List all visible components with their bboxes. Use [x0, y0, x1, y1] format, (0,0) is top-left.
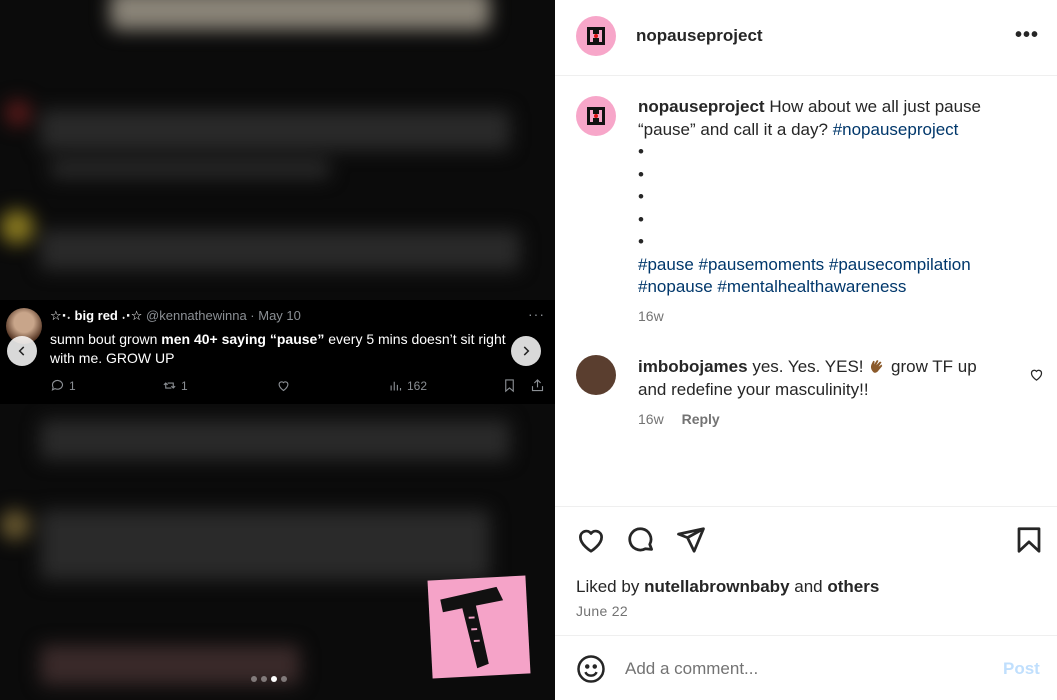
- post-caption: nopauseproject How about we all just pau…: [638, 96, 1018, 299]
- tweet-bookmark-icon: [505, 379, 514, 393]
- tweet-like: [276, 378, 291, 393]
- comment-input[interactable]: [625, 657, 985, 681]
- comment-meta: 16w Reply: [638, 411, 720, 427]
- commenter-avatar[interactable]: [576, 355, 616, 395]
- tweet-heart-icon: [278, 381, 289, 392]
- caption-hashtags[interactable]: #pause #pausemoments #pausecompilation #…: [638, 254, 1018, 299]
- heart-icon: [579, 529, 603, 553]
- chevron-right-icon: [523, 346, 530, 356]
- author-avatar[interactable]: [576, 16, 616, 56]
- tweet-more-icon: ···: [528, 306, 545, 322]
- like-button[interactable]: [576, 525, 606, 555]
- tweet-header: ☆⋅˖ big red ˖⋅☆ @kennathewinna · May 10: [50, 308, 301, 324]
- caption-author-avatar[interactable]: [576, 96, 616, 136]
- more-options-icon[interactable]: •••: [1015, 24, 1039, 47]
- post-header: nopauseproject •••: [555, 0, 1057, 76]
- tweet-text: sumn bout grown men 40+ saying “pause” e…: [50, 331, 506, 366]
- post-comment-button[interactable]: Post: [1003, 659, 1040, 679]
- tweet-retweet: 1: [162, 378, 188, 393]
- brand-logo-icon: [587, 27, 605, 45]
- tweet-upload: [530, 378, 545, 393]
- carousel-indicator: [251, 676, 287, 682]
- commenter-username[interactable]: imbobojames: [638, 357, 748, 376]
- tweet-reply: 1: [50, 378, 76, 393]
- tweet-bookmark: [502, 378, 517, 393]
- upload-icon: [531, 379, 544, 392]
- comment-timestamp: 16w: [638, 411, 664, 427]
- comment-like-button[interactable]: [1029, 367, 1044, 382]
- brand-logo-icon: [587, 107, 605, 125]
- reply-icon: [51, 379, 64, 391]
- liked-by-others[interactable]: others: [827, 577, 879, 596]
- emoji-button[interactable]: [576, 654, 606, 684]
- tweet-author-handle: @kennathewinna · May 10: [146, 308, 301, 323]
- post-detail-panel: nopauseproject ••• nopauseproject How ab…: [555, 0, 1057, 700]
- author-username[interactable]: nopauseproject: [636, 26, 763, 46]
- brand-sticker-logo: [427, 575, 531, 679]
- liked-by-user[interactable]: nutellabrownbaby: [644, 577, 789, 596]
- caption-username[interactable]: nopauseproject: [638, 97, 765, 116]
- post-actions: Liked by nutellabrownbaby and others Jun…: [555, 506, 1057, 636]
- heart-icon: [1030, 369, 1043, 381]
- tweet-screenshot: ☆⋅˖ big red ˖⋅☆ @kennathewinna · May 10 …: [0, 300, 555, 404]
- views-icon: [390, 381, 402, 391]
- comment-body: imbobojames yes. Yes. YES! grow TF up an…: [638, 357, 977, 399]
- emoji-icon: [577, 655, 605, 683]
- comment-icon: [628, 527, 653, 552]
- reply-button[interactable]: Reply: [682, 411, 720, 427]
- caption-hashtag[interactable]: #nopauseproject: [833, 120, 959, 139]
- clapping-hands-icon: [871, 360, 883, 373]
- tweet-author-name: ☆⋅˖ big red ˖⋅☆: [50, 308, 143, 323]
- post-date[interactable]: June 22: [576, 603, 628, 619]
- caption-timestamp: 16w: [638, 308, 664, 324]
- caption-bullets: • • • • •: [638, 142, 644, 251]
- retweet-icon: [163, 382, 176, 389]
- post-media[interactable]: ☆⋅˖ big red ˖⋅☆ @kennathewinna · May 10 …: [0, 0, 555, 700]
- share-button[interactable]: [676, 525, 706, 555]
- tweet-actions: 1 1 162: [50, 378, 550, 398]
- carousel-dot: [261, 676, 267, 682]
- comment-button[interactable]: [626, 525, 656, 555]
- save-button[interactable]: [1014, 525, 1044, 555]
- carousel-prev-button[interactable]: [7, 336, 37, 366]
- chevron-left-icon: [18, 346, 25, 356]
- carousel-dot: [281, 676, 287, 682]
- comment-composer: Post: [555, 637, 1057, 700]
- bookmark-icon: [1017, 527, 1041, 553]
- carousel-dot-active: [271, 676, 277, 682]
- tweet-views: 162: [388, 378, 427, 393]
- carousel-next-button[interactable]: [511, 336, 541, 366]
- paper-plane-icon: [677, 527, 705, 553]
- liked-by-summary: Liked by nutellabrownbaby and others: [576, 577, 880, 596]
- carousel-dot: [251, 676, 257, 682]
